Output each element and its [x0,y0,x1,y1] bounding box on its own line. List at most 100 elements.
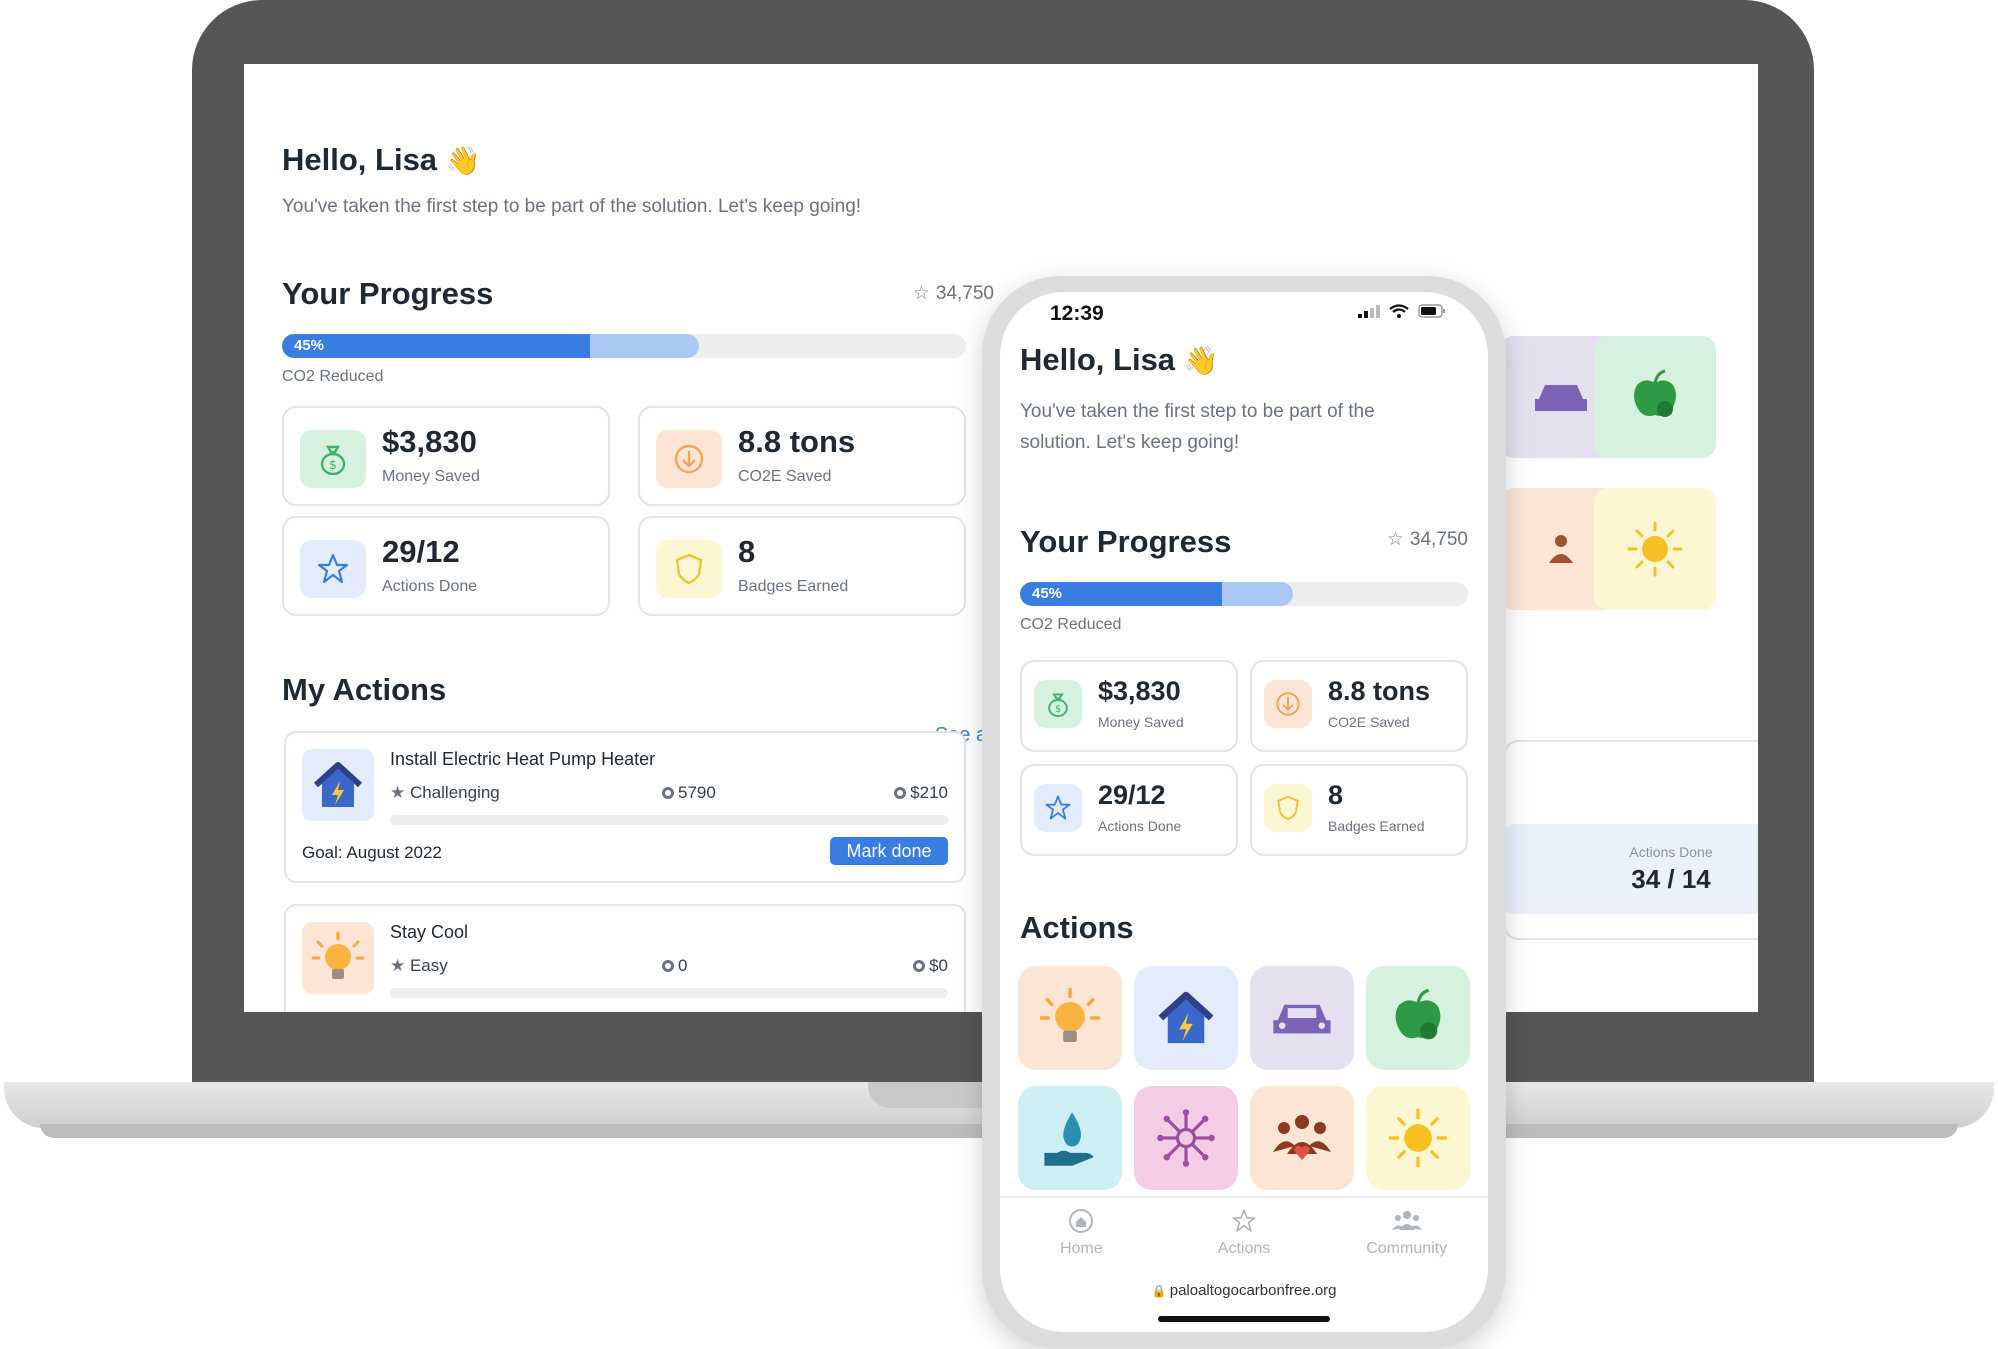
stat-label: CO2E Saved [738,468,832,485]
action-goal: Goal: August 2022 [302,843,442,862]
phone-actions-title: Actions [1020,910,1134,945]
arrow-down-circle-icon [1264,680,1312,728]
stat-card-co2: 8.8 tons CO2E Saved [1250,660,1468,752]
action-tile-lightbulb[interactable] [1018,966,1122,1070]
action-tile-network[interactable] [1134,1086,1238,1190]
coin-icon [894,787,907,799]
progress-fill [282,334,590,358]
lightbulb-icon [1039,987,1101,1042]
stat-card-actions: 29/12 Actions Done [1020,764,1238,856]
stat-label: Badges Earned [738,578,849,595]
stat-card-money: $ $3,830 Money Saved [282,406,610,506]
phone-greeting: Hello, Lisa 👋 [1020,342,1219,377]
phone-progress-title: Your Progress [1020,524,1232,559]
star-filled-icon: ★ [390,956,410,975]
action-difficulty: ★ Easy [390,956,448,975]
money-bag-icon: $ [1034,680,1082,728]
desktop-actions-title: My Actions [282,672,447,707]
nav-home[interactable]: Home [1000,1198,1163,1272]
bottom-nav: Home Actions Community [1000,1196,1488,1272]
apple-recycle-icon [1395,988,1441,1040]
shield-icon [656,540,722,598]
nav-actions[interactable]: Actions [1163,1198,1326,1272]
wifi-icon [1389,304,1409,318]
car-icon [1273,1004,1331,1034]
action-tile-sun[interactable] [1366,1086,1470,1190]
stat-label: Money Saved [382,468,480,485]
url-bar[interactable]: 🔒 paloaltogocarbonfree.org [1000,1282,1488,1299]
money-bag-icon: $ [300,430,366,488]
stat-value: 8 [1328,780,1344,810]
desktop-greeting: Hello, Lisa 👋 [282,142,481,177]
sun-tile[interactable] [1594,488,1716,610]
progress-percent: 45% [294,337,325,354]
action-progress-track [390,988,948,998]
star-icon [1163,1208,1326,1234]
car-icon [1535,385,1587,411]
sun-icon [1388,1108,1448,1168]
status-time: 12:39 [1050,302,1104,325]
stat-label: Badges Earned [1328,818,1425,834]
waving-hand-icon: 👋 [445,145,481,176]
apple-recycle-icon [1634,369,1676,417]
home-icon [1000,1208,1163,1234]
star-outline-icon: ☆ [1386,529,1404,550]
star-filled-icon: ★ [390,783,410,802]
house-bolt-icon [302,749,374,821]
network-icon [1157,1109,1215,1167]
water-hand-icon [1044,1112,1094,1166]
stat-value: 8.8 tons [1328,676,1431,706]
action-money: $210 [894,783,948,803]
coin-icon [913,960,926,972]
stat-value: $3,830 [382,424,477,459]
nav-label: Home [1059,1240,1103,1257]
star-icon [1034,784,1082,832]
apple-recycle-tile[interactable] [1594,336,1716,458]
star-icon [300,540,366,598]
coin-icon [662,787,674,799]
action-tile-house[interactable] [1134,966,1238,1070]
stat-value: 8 [738,534,756,569]
lock-icon: 🔒 [1151,1284,1170,1298]
signal-icon [1358,305,1380,318]
progress-caption: CO2 Reduced [1020,616,1122,633]
stat-value: $3,830 [1098,676,1181,706]
stat-card-money: $ $3,830 Money Saved [1020,660,1238,752]
stat-value: 29/12 [382,534,460,569]
action-title: Install Electric Heat Pump Heater [390,749,656,769]
phone-progress-bar: 45% [1020,582,1468,606]
nav-community[interactable]: Community [1325,1198,1488,1272]
action-card[interactable]: Install Electric Heat Pump Heater ★ Chal… [284,731,966,883]
mark-done-button[interactable]: Mark done [830,837,948,865]
community-heart-icon [1273,1115,1331,1160]
action-points: 0 [662,956,687,976]
progress-percent: 45% [1032,585,1063,602]
action-title: Stay Cool [390,922,469,942]
star-outline-icon: ☆ [912,283,930,304]
action-tile-apple[interactable] [1366,966,1470,1070]
sun-icon [1627,521,1683,577]
stat-card-badges: 8 Badges Earned [638,516,966,616]
arrow-down-circle-icon [656,430,722,488]
battery-icon [1418,304,1445,318]
actions-done-label: Actions Done [1629,844,1713,860]
action-tile-water[interactable] [1018,1086,1122,1190]
status-icons [1358,304,1446,318]
desktop-points: ☆ 34,750 [912,283,994,304]
phone-subtitle: You've taken the first step to be part o… [1020,401,1375,453]
desktop-progress-title: Your Progress [282,276,494,311]
home-indicator [1158,1316,1330,1322]
people-icon [1549,535,1573,563]
progress-caption: CO2 Reduced [282,368,384,385]
stat-card-actions: 29/12 Actions Done [282,516,610,616]
stat-value: 8.8 tons [738,424,856,459]
action-card[interactable]: Stay Cool ★ Easy 0 $0 [284,904,966,1012]
nav-label: Community [1366,1240,1448,1257]
action-tile-community[interactable] [1250,1086,1354,1190]
nav-label: Actions [1217,1240,1271,1257]
action-points: 5790 [662,783,716,803]
stat-label: Actions Done [382,578,478,595]
action-tile-car[interactable] [1250,966,1354,1070]
stat-card-badges: 8 Badges Earned [1250,764,1468,856]
phone-points: ☆ 34,750 [1386,529,1468,550]
